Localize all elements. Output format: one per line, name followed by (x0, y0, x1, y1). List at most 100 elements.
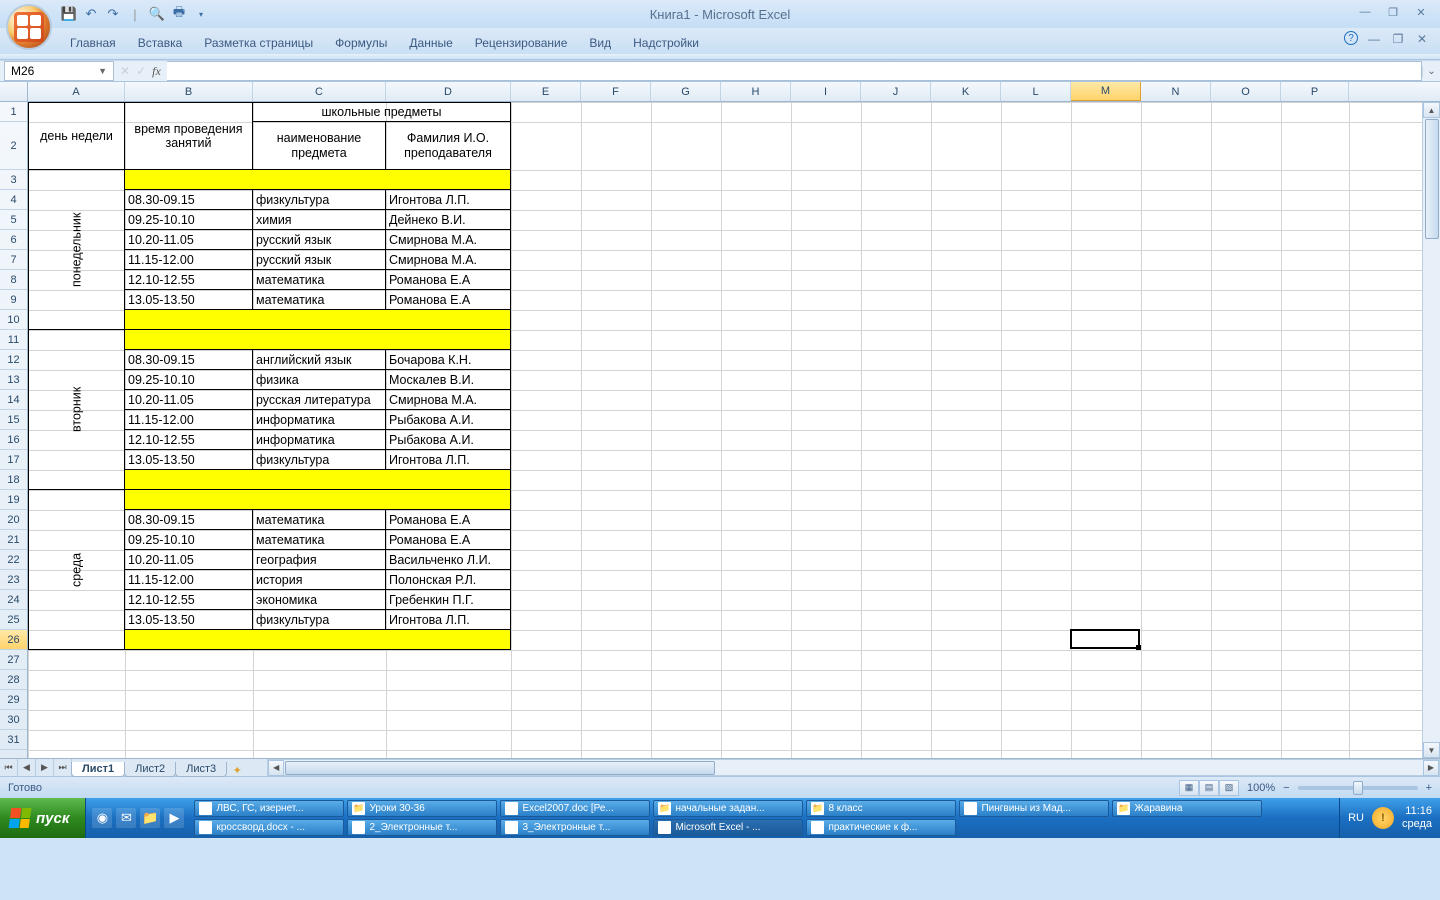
print-preview-icon[interactable]: 🔍 (148, 5, 166, 23)
cell-time[interactable]: 08.30-09.15 (125, 510, 253, 530)
cell-subject[interactable]: математика (253, 510, 386, 530)
sheet-first-icon[interactable]: ⏮ (0, 759, 18, 777)
cell-subject[interactable]: экономика (253, 590, 386, 610)
help-icon[interactable]: ? (1344, 31, 1358, 45)
undo-icon[interactable]: ↶ (82, 5, 100, 23)
row-header-28[interactable]: 28 (0, 670, 27, 690)
taskbar-task-5[interactable]: ◉Пингвины из Мад... (959, 800, 1109, 817)
cell-subject[interactable]: химия (253, 210, 386, 230)
header-day[interactable]: день недели (28, 102, 125, 170)
col-header-N[interactable]: N (1141, 82, 1211, 101)
row-header-9[interactable]: 9 (0, 290, 27, 310)
scroll-down-icon[interactable]: ▼ (1423, 742, 1440, 758)
horizontal-scrollbar[interactable]: ◀ ▶ (267, 759, 1440, 776)
cell-subject[interactable]: русский язык (253, 230, 386, 250)
cell-subject[interactable]: математика (253, 270, 386, 290)
cell-time[interactable]: 12.10-12.55 (125, 270, 253, 290)
yellow-sep[interactable] (125, 490, 511, 510)
taskbar-task-4[interactable]: 📁8 класс (806, 800, 956, 817)
col-header-O[interactable]: O (1211, 82, 1281, 101)
taskbar-task-7[interactable]: Wкроссворд.docx - ... (194, 819, 344, 836)
tab-insert[interactable]: Вставка (128, 32, 193, 54)
row-header-14[interactable]: 14 (0, 390, 27, 410)
row-header-7[interactable]: 7 (0, 250, 27, 270)
cell-teacher[interactable]: Игонтова Л.П. (386, 450, 511, 470)
cell-subject[interactable]: математика (253, 290, 386, 310)
sheet-next-icon[interactable]: ▶ (36, 759, 54, 777)
app-close-icon[interactable]: ✕ (1414, 31, 1430, 47)
row-header-19[interactable]: 19 (0, 490, 27, 510)
cell-teacher[interactable]: Дейнеко В.И. (386, 210, 511, 230)
cell-teacher[interactable]: Рыбакова А.И. (386, 430, 511, 450)
day-wed[interactable]: среда (28, 490, 125, 650)
qat-dropdown-icon[interactable]: ▾ (192, 5, 210, 23)
header-subject-name[interactable]: наименование предмета (253, 122, 386, 170)
cell-subject[interactable]: русский язык (253, 250, 386, 270)
app-restore-icon[interactable]: ❐ (1390, 31, 1406, 47)
close-icon[interactable]: ✕ (1410, 4, 1432, 20)
cancel-icon[interactable]: ✕ (120, 64, 130, 78)
tab-pagelayout[interactable]: Разметка страницы (194, 32, 323, 54)
cell-time[interactable]: 08.30-09.15 (125, 190, 253, 210)
col-header-J[interactable]: J (861, 82, 931, 101)
yellow-sep[interactable] (125, 470, 511, 490)
taskbar-task-8[interactable]: P2_Электронные т... (347, 819, 497, 836)
cell-teacher[interactable]: Бочарова К.Н. (386, 350, 511, 370)
row-header-24[interactable]: 24 (0, 590, 27, 610)
start-button[interactable]: пуск (0, 798, 86, 838)
cell-teacher[interactable]: Романова Е.А (386, 270, 511, 290)
zoom-slider[interactable] (1298, 786, 1418, 790)
cell-time[interactable]: 09.25-10.10 (125, 210, 253, 230)
cell-time[interactable]: 09.25-10.10 (125, 530, 253, 550)
row-header-13[interactable]: 13 (0, 370, 27, 390)
cells-grid[interactable]: день неделивремя проведения занятийшколь… (28, 102, 1440, 758)
yellow-sep[interactable] (125, 330, 511, 350)
cell-time[interactable]: 10.20-11.05 (125, 550, 253, 570)
cell-teacher[interactable]: Романова Е.А (386, 290, 511, 310)
col-header-K[interactable]: K (931, 82, 1001, 101)
cell-subject[interactable]: английский язык (253, 350, 386, 370)
cell-time[interactable]: 11.15-12.00 (125, 570, 253, 590)
cell-subject[interactable]: информатика (253, 410, 386, 430)
vertical-scrollbar[interactable]: ▲ ▼ (1422, 102, 1440, 758)
fx-icon[interactable]: fx (152, 64, 161, 79)
cell-time[interactable]: 13.05-13.50 (125, 450, 253, 470)
yellow-sep[interactable] (125, 170, 511, 190)
new-sheet-icon[interactable]: ✦ (227, 764, 247, 777)
taskbar-task-11[interactable]: Wпрактические к ф... (806, 819, 956, 836)
row-header-27[interactable]: 27 (0, 650, 27, 670)
col-header-B[interactable]: B (125, 82, 253, 101)
ql-chrome-icon[interactable]: ◉ (92, 808, 112, 828)
row-header-31[interactable]: 31 (0, 730, 27, 750)
zoom-value[interactable]: 100% (1247, 782, 1275, 794)
cell-subject[interactable]: математика (253, 530, 386, 550)
sheet-last-icon[interactable]: ⏭ (54, 759, 72, 777)
col-header-D[interactable]: D (386, 82, 511, 101)
cell-teacher[interactable]: Гребенкин П.Г. (386, 590, 511, 610)
header-time[interactable]: время проведения занятий (125, 102, 253, 170)
cell-subject[interactable]: физика (253, 370, 386, 390)
scroll-up-icon[interactable]: ▲ (1423, 102, 1440, 118)
cell-time[interactable]: 11.15-12.00 (125, 410, 253, 430)
enter-icon[interactable]: ✓ (136, 64, 146, 78)
header-teacher[interactable]: Фамилия И.О. преподавателя (386, 122, 511, 170)
cell-teacher[interactable]: Васильченко Л.И. (386, 550, 511, 570)
sheet-tab-3[interactable]: Лист3 (175, 762, 227, 777)
row-header-8[interactable]: 8 (0, 270, 27, 290)
cell-time[interactable]: 10.20-11.05 (125, 390, 253, 410)
scroll-right-icon[interactable]: ▶ (1423, 760, 1439, 776)
tab-data[interactable]: Данные (399, 32, 462, 54)
select-all-corner[interactable] (0, 82, 28, 101)
col-header-G[interactable]: G (651, 82, 721, 101)
col-header-E[interactable]: E (511, 82, 581, 101)
cell-subject[interactable]: география (253, 550, 386, 570)
col-header-M[interactable]: M (1071, 82, 1141, 101)
taskbar-task-6[interactable]: 📁Жаравина (1112, 800, 1262, 817)
zoom-in-icon[interactable]: + (1426, 782, 1432, 794)
cell-teacher[interactable]: Полонская Р.Л. (386, 570, 511, 590)
cell-teacher[interactable]: Москалев В.И. (386, 370, 511, 390)
vscroll-thumb[interactable] (1425, 119, 1439, 239)
tab-home[interactable]: Главная (60, 32, 126, 54)
view-pagebreak-icon[interactable]: ▧ (1219, 780, 1239, 796)
tray-lang[interactable]: RU (1348, 812, 1364, 824)
